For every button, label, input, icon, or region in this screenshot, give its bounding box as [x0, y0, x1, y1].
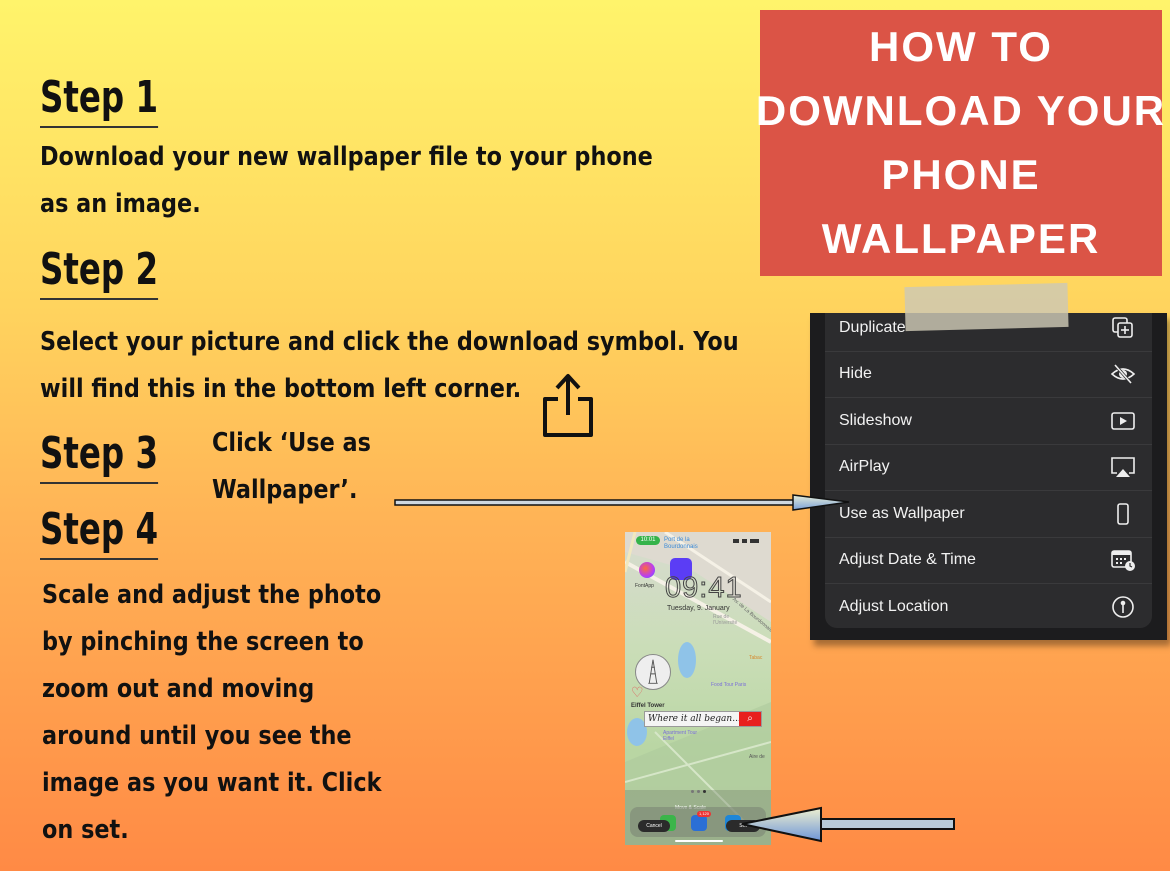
step-4-text-line-6: on set. — [42, 815, 129, 845]
status-icons — [733, 539, 759, 543]
calendar-clock-icon — [1111, 550, 1135, 572]
menu-item-label: Adjust Date & Time — [839, 551, 976, 569]
dock-app-blue — [691, 815, 707, 831]
phone-icon — [1117, 502, 1129, 525]
eiffel-tower-icon — [648, 659, 658, 684]
step-1-text-line-2: as an image. — [40, 189, 201, 219]
step-1-heading: Step 1 — [40, 74, 159, 128]
app-icon-fontapp[interactable] — [639, 562, 655, 578]
banner-text: Where it all began... — [648, 714, 741, 724]
share-upload-icon — [543, 374, 593, 437]
arrow-to-use-as-wallpaper — [394, 494, 850, 511]
banner-search-icon[interactable]: ⌕ — [739, 712, 761, 726]
context-menu-screenshot: Duplicate Hide Slideshow AirPlay Use as … — [810, 313, 1167, 640]
menu-item-airplay[interactable]: AirPlay — [825, 445, 1152, 491]
food-tour-label: Food Tour Paris — [711, 682, 747, 688]
menu-item-label: Duplicate — [839, 318, 906, 336]
step-3-text-line-2: Wallpaper’. — [212, 475, 358, 505]
tape-strip — [904, 282, 1069, 332]
location-pin-icon — [1112, 596, 1134, 619]
airplay-icon — [1111, 457, 1135, 478]
step-2-text-line-2: will find this in the bottom left corner… — [40, 374, 522, 404]
page-dots — [691, 790, 707, 793]
step-4-text-line-5: image as you want it. Click — [42, 768, 382, 798]
apartment-label: Apartment Tour Eiffel — [663, 730, 698, 742]
cancel-button[interactable]: Cancel — [638, 820, 670, 832]
eye-slash-icon — [1110, 364, 1136, 385]
tabac-label: Tabac — [749, 655, 763, 661]
arrow-to-set-button — [741, 806, 955, 843]
phone-screenshot: 10:01 Port de la Bourdonnais FontApp 09:… — [625, 532, 771, 845]
step-4-text-line-2: by pinching the screen to — [42, 627, 364, 657]
step-4-text-line-3: zoom out and moving — [42, 674, 315, 704]
menu-item-label: Adjust Location — [839, 598, 949, 616]
menu-item-slideshow[interactable]: Slideshow — [825, 398, 1152, 445]
lock-screen-date: Tuesday, 9. January — [667, 605, 730, 612]
heart-icon: ♡ — [631, 685, 644, 701]
menu-item-label: AirPlay — [839, 458, 890, 476]
step-4-text-line-4: around until you see the — [42, 721, 352, 751]
step-3-heading: Step 3 — [40, 430, 159, 484]
duplicate-icon — [1112, 316, 1133, 338]
location-label: Port de la Bourdonnais — [664, 537, 698, 550]
menu-item-label: Slideshow — [839, 411, 912, 429]
title-line-3: PHONE — [881, 151, 1041, 198]
eiffel-label: Eiffel Tower — [631, 703, 665, 709]
step-2-heading: Step 2 — [40, 246, 159, 300]
step-2-text-line-1: Select your picture and click the downlo… — [40, 327, 739, 357]
menu-item-hide[interactable]: Hide — [825, 352, 1152, 398]
step-1-text-line-1: Download your new wallpaper file to your… — [40, 142, 653, 172]
step-4-text-line-1: Scale and adjust the photo — [42, 580, 382, 610]
dock-badge: 1,120 — [697, 811, 712, 817]
menu-item-use-as-wallpaper[interactable]: Use as Wallpaper — [825, 491, 1152, 538]
step-3-text-line-1: Click ‘Use as — [212, 428, 371, 458]
title-line-4: WALLPAPER — [821, 215, 1101, 262]
title-banner: HOW TO DOWNLOAD YOUR PHONE WALLPAPER — [756, 10, 1164, 276]
home-indicator — [675, 840, 723, 842]
app-label-fontapp: FontApp — [635, 583, 654, 589]
status-time-pill: 10:01 — [636, 536, 660, 545]
title-line-1: HOW TO — [869, 23, 1053, 70]
menu-item-adjust-location[interactable]: Adjust Location — [825, 584, 1152, 631]
airb-label: Aire de — [749, 754, 765, 760]
menu-item-label: Hide — [839, 365, 872, 383]
play-icon — [1111, 411, 1135, 430]
title-line-2: DOWNLOAD YOUR — [755, 87, 1167, 134]
context-menu: Duplicate Hide Slideshow AirPlay Use as … — [825, 313, 1152, 628]
banner: Where it all began... ⌕ — [644, 711, 762, 727]
menu-item-adjust-date-time[interactable]: Adjust Date & Time — [825, 538, 1152, 584]
step-4-heading: Step 4 — [40, 506, 159, 560]
rue-label: Rue de l'Université — [713, 614, 738, 626]
